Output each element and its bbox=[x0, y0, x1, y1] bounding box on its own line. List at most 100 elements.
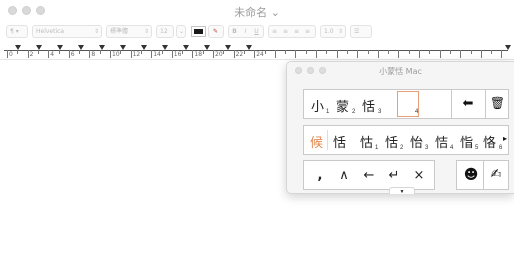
tab-stop-icon[interactable] bbox=[141, 45, 147, 50]
trash-icon[interactable]: 🗑 bbox=[486, 96, 509, 110]
ruler-tick bbox=[202, 50, 204, 54]
font-size-field[interactable]: 12 bbox=[156, 25, 174, 38]
tab-stop-icon[interactable] bbox=[99, 45, 105, 50]
composition-char[interactable]: 蒙 bbox=[336, 96, 349, 115]
ime-title: 小蒙恬 Mac bbox=[379, 67, 422, 76]
ruler-tick bbox=[305, 50, 307, 54]
bold-button[interactable]: B bbox=[229, 26, 240, 37]
candidate-char[interactable]: 恪 bbox=[483, 132, 496, 151]
ruler-tick bbox=[377, 50, 379, 58]
candidate-overflow: 恪 6 ▸ bbox=[482, 125, 509, 155]
tab-stop-icon[interactable] bbox=[36, 45, 42, 50]
ruler-tick bbox=[274, 50, 276, 58]
paragraph-style-select[interactable]: ¶ ▾ bbox=[6, 25, 28, 38]
candidate-char[interactable]: 恬 bbox=[333, 132, 346, 151]
candidate-index: 2 bbox=[400, 145, 404, 151]
candidate-char[interactable]: 恄 bbox=[435, 132, 448, 151]
edit-pad-icon[interactable]: ✍ bbox=[485, 167, 507, 182]
tab-stop-icon[interactable] bbox=[78, 45, 84, 50]
candidate-index: 1 bbox=[375, 145, 379, 151]
ruler-tick bbox=[460, 50, 462, 58]
list-style-select[interactable]: ☰ bbox=[350, 25, 372, 38]
collapse-toggle-icon[interactable]: ▼ bbox=[389, 187, 415, 195]
document-title[interactable]: 未命名 ⌄ bbox=[0, 4, 514, 20]
tab-stop-icon[interactable] bbox=[246, 45, 252, 50]
ruler-tick bbox=[48, 50, 50, 58]
ruler-tick bbox=[68, 50, 70, 58]
ruler-label: 22 bbox=[235, 51, 244, 58]
ruler-label: 12 bbox=[132, 51, 141, 58]
chevron-down-icon: ⌄ bbox=[179, 28, 185, 35]
align-left-icon[interactable]: ≡ bbox=[269, 26, 280, 37]
text-color-swatch bbox=[194, 29, 203, 34]
comma-key[interactable]: , bbox=[308, 161, 332, 191]
font-size-dropdown[interactable]: ⌄ bbox=[176, 25, 186, 38]
text-color-well[interactable] bbox=[191, 26, 206, 37]
ruler-tick bbox=[264, 50, 266, 54]
candidate-char[interactable]: 恉 bbox=[460, 132, 473, 151]
ruler-tick bbox=[79, 50, 81, 54]
tool-key-bar: ☻ ✍ bbox=[456, 160, 509, 190]
ruler-tick bbox=[254, 50, 256, 58]
underline-button[interactable]: U bbox=[251, 26, 262, 37]
updown-icon: ⇕ bbox=[143, 28, 149, 35]
tab-stop-icon[interactable] bbox=[57, 45, 63, 50]
ruler-label: 20 bbox=[215, 51, 223, 58]
align-right-icon[interactable]: ≡ bbox=[291, 26, 302, 37]
composition-char[interactable]: 小 bbox=[311, 96, 324, 115]
ruler-tick bbox=[388, 50, 390, 54]
tab-stop-icon[interactable] bbox=[204, 45, 210, 50]
align-center-icon[interactable]: ≡ bbox=[280, 26, 291, 37]
font-style-value: 標準體 bbox=[110, 28, 129, 35]
ruler-tick bbox=[161, 50, 163, 54]
ruler-label: 2 bbox=[29, 51, 34, 58]
updown-icon: ⇕ bbox=[337, 28, 343, 35]
caret-up-key[interactable]: ∧ bbox=[332, 161, 356, 191]
ruler-label: 24 bbox=[256, 51, 264, 58]
composition-index: 1 bbox=[326, 109, 330, 115]
highlight-color-button[interactable]: ✎ bbox=[208, 25, 224, 38]
ruler-tick bbox=[130, 50, 132, 58]
line-spacing-select[interactable]: 1.0 ⇕ bbox=[320, 25, 346, 38]
tab-stop-icon[interactable] bbox=[183, 45, 189, 50]
left-arrow-key[interactable]: ← bbox=[357, 161, 381, 191]
ruler-tick bbox=[58, 50, 60, 54]
candidate-char[interactable]: 怡 bbox=[410, 132, 423, 151]
right-margin-marker-icon[interactable] bbox=[505, 45, 511, 50]
composition-char[interactable]: 恬 bbox=[362, 96, 375, 115]
ruler[interactable]: 0 2 4 6 8 10 12 14 16 18 20 22 24 bbox=[0, 42, 514, 60]
tab-stop-icon[interactable] bbox=[15, 45, 21, 50]
list-icon: ☰ bbox=[354, 28, 360, 35]
ruler-tick bbox=[233, 50, 235, 58]
ruler-tick bbox=[213, 50, 214, 58]
font-family-value: Helvetica bbox=[36, 28, 65, 35]
tab-stop-icon[interactable] bbox=[120, 45, 126, 50]
font-style-select[interactable]: 標準體 ⇕ bbox=[106, 25, 152, 38]
ruler-tick bbox=[429, 50, 431, 54]
backspace-icon[interactable]: ⬅ bbox=[454, 96, 482, 111]
ruler-tick bbox=[151, 50, 153, 58]
ruler-tick bbox=[17, 50, 19, 54]
ruler-tick bbox=[419, 50, 420, 58]
ruler-tick bbox=[336, 50, 338, 58]
ruler-tick bbox=[89, 50, 91, 58]
composition-index: 4 bbox=[415, 109, 419, 115]
align-justify-icon[interactable]: ≡ bbox=[302, 26, 313, 37]
composition-index: 2 bbox=[352, 109, 356, 115]
candidate-char[interactable]: 怙 bbox=[360, 132, 373, 151]
tab-stop-icon[interactable] bbox=[162, 45, 168, 50]
ruler-label: 0 bbox=[9, 51, 13, 58]
font-family-select[interactable]: Helvetica ⇕ bbox=[32, 25, 102, 38]
more-candidates-icon[interactable]: ▸ bbox=[501, 134, 509, 143]
candidate-char[interactable]: 恬 bbox=[385, 132, 398, 151]
ruler-tick bbox=[7, 50, 8, 58]
ruler-tick bbox=[182, 50, 184, 54]
ruler-tick bbox=[326, 50, 328, 54]
ruler-tick bbox=[120, 50, 122, 54]
ruler-tick bbox=[491, 50, 493, 54]
handwriting-head-icon[interactable]: ☻ bbox=[461, 167, 481, 183]
candidate-index: 5 bbox=[475, 145, 479, 151]
italic-button[interactable]: I bbox=[240, 26, 251, 37]
tab-stop-icon[interactable] bbox=[225, 45, 231, 50]
candidate-bar: 候 恬 怙 1 恬 2 怡 3 恄 4 恉 5 bbox=[303, 125, 483, 155]
